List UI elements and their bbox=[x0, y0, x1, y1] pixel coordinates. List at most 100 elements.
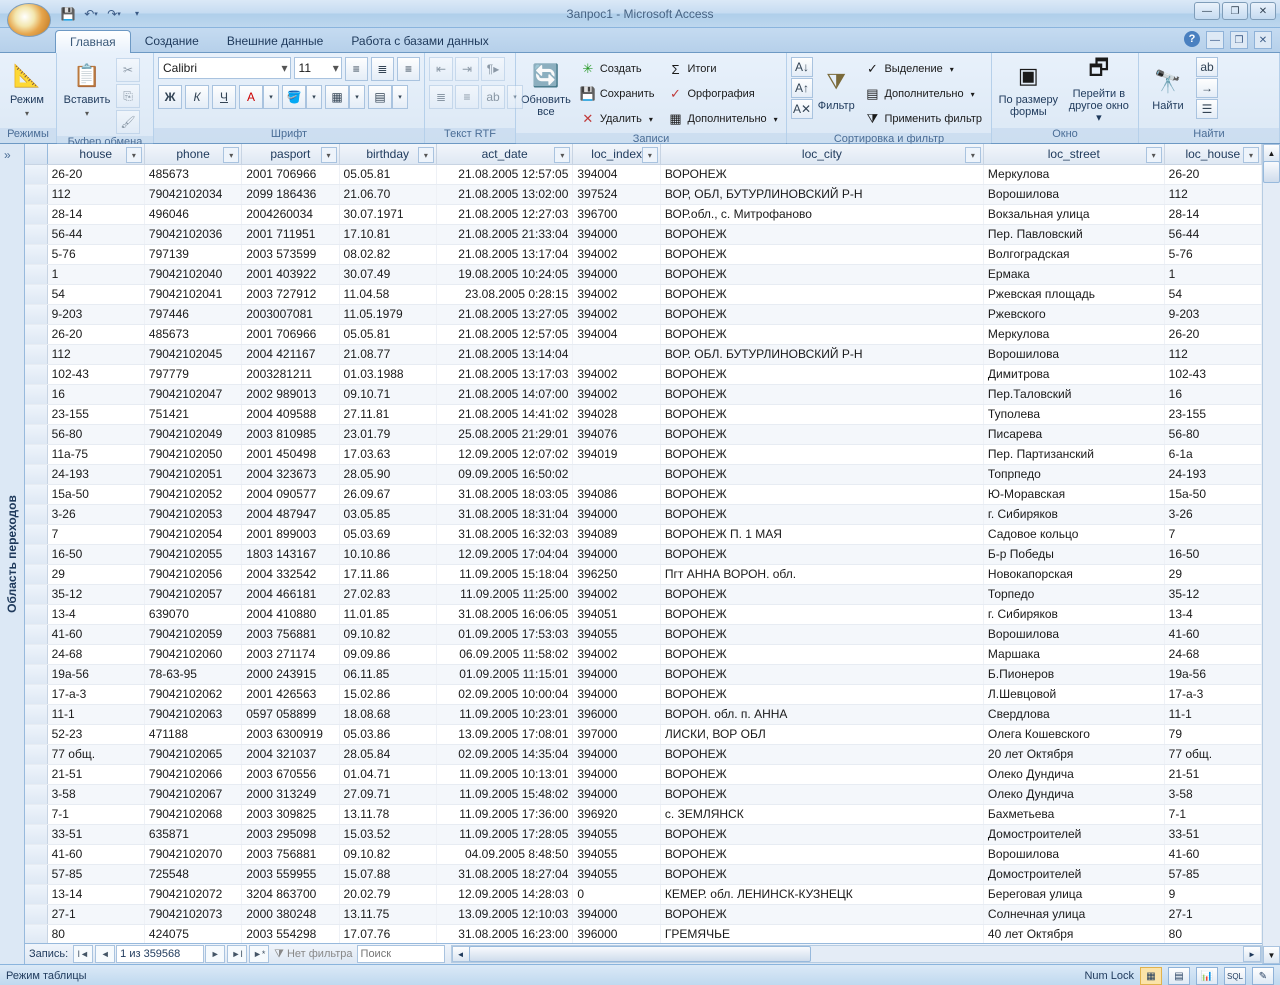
cell-act_date[interactable]: 21.08.2005 13:17:04 bbox=[437, 245, 574, 264]
cell-loc_house[interactable]: 23-155 bbox=[1165, 405, 1262, 424]
row-selector[interactable] bbox=[25, 405, 48, 424]
cell-loc_index[interactable]: 394002 bbox=[573, 645, 661, 664]
cell-birthday[interactable]: 11.01.85 bbox=[340, 605, 437, 624]
cell-loc_city[interactable]: ВОРОНЕЖ bbox=[661, 585, 984, 604]
cell-phone[interactable]: 471188 bbox=[145, 725, 242, 744]
cell-birthday[interactable]: 13.11.75 bbox=[340, 905, 437, 924]
font-name-combo[interactable]: Calibri▾ bbox=[158, 57, 291, 79]
cell-act_date[interactable]: 23.08.2005 0:28:15 bbox=[437, 285, 574, 304]
font-size-combo[interactable]: 11▾ bbox=[294, 57, 342, 79]
cell-loc_house[interactable]: 41-60 bbox=[1165, 625, 1262, 644]
cell-birthday[interactable]: 05.03.69 bbox=[340, 525, 437, 544]
cell-phone[interactable]: 79042102050 bbox=[145, 445, 242, 464]
cell-phone[interactable]: 79042102068 bbox=[145, 805, 242, 824]
row-selector[interactable] bbox=[25, 645, 48, 664]
cell-loc_city[interactable]: ВОРОНЕЖ bbox=[661, 745, 984, 764]
cell-pasport[interactable]: 2000 313249 bbox=[242, 785, 339, 804]
cell-loc_street[interactable]: 40 лет Октября bbox=[984, 925, 1165, 943]
cell-loc_city[interactable]: ВОРОНЕЖ bbox=[661, 845, 984, 864]
cell-loc_street[interactable]: Б-р Победы bbox=[984, 545, 1165, 564]
cell-birthday[interactable]: 15.03.52 bbox=[340, 825, 437, 844]
cell-loc_index[interactable]: 394051 bbox=[573, 605, 661, 624]
cell-house[interactable]: 13-4 bbox=[48, 605, 145, 624]
cell-phone[interactable]: 79042102060 bbox=[145, 645, 242, 664]
cell-loc_street[interactable]: Береговая улица bbox=[984, 885, 1165, 904]
column-filter-dd[interactable]: ▾ bbox=[1243, 147, 1259, 163]
switch-windows-button[interactable]: 🗗 Перейти в другое окно ▾ bbox=[1064, 55, 1134, 123]
cell-loc_street[interactable]: Туполева bbox=[984, 405, 1165, 424]
cell-loc_house[interactable]: 24-193 bbox=[1165, 465, 1262, 484]
table-row[interactable]: 13-14790421020723204 86370020.02.7912.09… bbox=[25, 885, 1262, 905]
restore-button[interactable]: ❐ bbox=[1222, 2, 1248, 20]
datasheet-view-btn[interactable]: ▦ bbox=[1140, 967, 1162, 985]
cell-birthday[interactable]: 09.10.71 bbox=[340, 385, 437, 404]
cell-loc_city[interactable]: ВОРОНЕЖ bbox=[661, 245, 984, 264]
row-selector[interactable] bbox=[25, 745, 48, 764]
cell-loc_house[interactable]: 33-51 bbox=[1165, 825, 1262, 844]
column-header-loc_city[interactable]: loc_city▾ bbox=[661, 144, 984, 164]
mdi-restore[interactable]: ❐ bbox=[1230, 31, 1248, 49]
cell-birthday[interactable]: 05.05.81 bbox=[340, 165, 437, 184]
cell-phone[interactable]: 79042102067 bbox=[145, 785, 242, 804]
cell-birthday[interactable]: 28.05.84 bbox=[340, 745, 437, 764]
cell-house[interactable]: 112 bbox=[48, 345, 145, 364]
cell-house[interactable]: 1 bbox=[48, 265, 145, 284]
cell-loc_street[interactable]: 20 лет Октября bbox=[984, 745, 1165, 764]
cell-birthday[interactable]: 21.06.70 bbox=[340, 185, 437, 204]
table-row[interactable]: 3-26790421020532004 48794703.05.8531.08.… bbox=[25, 505, 1262, 525]
cell-loc_city[interactable]: ВОРОНЕЖ bbox=[661, 625, 984, 644]
selection-filter-button[interactable]: ✓Выделение▾ bbox=[859, 57, 987, 81]
cell-house[interactable]: 56-44 bbox=[48, 225, 145, 244]
cell-loc_street[interactable]: г. Сибиряков bbox=[984, 605, 1165, 624]
cell-phone[interactable]: 78-63-95 bbox=[145, 665, 242, 684]
cell-loc_city[interactable]: ВОР, ОБЛ, БУТУРЛИНОВСКИЙ Р-Н bbox=[661, 185, 984, 204]
cell-pasport[interactable]: 2003 727912 bbox=[242, 285, 339, 304]
table-row[interactable]: 27-1790421020732000 38024813.11.7513.09.… bbox=[25, 905, 1262, 925]
select-icon[interactable]: ☰ bbox=[1196, 99, 1218, 119]
row-selector[interactable] bbox=[25, 485, 48, 504]
table-row[interactable]: 41-60790421020702003 75688109.10.8204.09… bbox=[25, 845, 1262, 865]
select-all-corner[interactable] bbox=[25, 144, 48, 164]
cell-act_date[interactable]: 04.09.2005 8:48:50 bbox=[437, 845, 574, 864]
row-selector[interactable] bbox=[25, 625, 48, 644]
row-selector[interactable] bbox=[25, 365, 48, 384]
goto-icon[interactable]: → bbox=[1196, 78, 1218, 98]
cell-loc_city[interactable]: ВОРОНЕЖ bbox=[661, 665, 984, 684]
cell-loc_street[interactable]: Ворошилова bbox=[984, 625, 1165, 644]
table-row[interactable]: 17-а-3790421020622001 42656315.02.8602.0… bbox=[25, 685, 1262, 705]
cell-act_date[interactable]: 11.09.2005 15:48:02 bbox=[437, 785, 574, 804]
table-row[interactable]: 112790421020342099 18643621.06.7021.08.2… bbox=[25, 185, 1262, 205]
cell-loc_street[interactable]: г. Сибиряков bbox=[984, 505, 1165, 524]
table-row[interactable]: 41-60790421020592003 75688109.10.8201.09… bbox=[25, 625, 1262, 645]
cell-loc_house[interactable]: 79 bbox=[1165, 725, 1262, 744]
cell-loc_index[interactable] bbox=[573, 465, 661, 484]
cell-phone[interactable]: 79042102036 bbox=[145, 225, 242, 244]
cell-loc_street[interactable]: Ворошилова bbox=[984, 185, 1165, 204]
cell-pasport[interactable]: 2001 426563 bbox=[242, 685, 339, 704]
search-input[interactable] bbox=[357, 945, 445, 963]
cell-house[interactable]: 24-193 bbox=[48, 465, 145, 484]
cell-loc_city[interactable]: ВОРОНЕЖ bbox=[661, 685, 984, 704]
cell-act_date[interactable]: 01.09.2005 17:53:03 bbox=[437, 625, 574, 644]
cell-birthday[interactable]: 20.02.79 bbox=[340, 885, 437, 904]
cell-loc_index[interactable]: 394076 bbox=[573, 425, 661, 444]
navigation-pane-collapsed[interactable]: » Область переходов bbox=[0, 144, 25, 964]
cell-birthday[interactable]: 27.09.71 bbox=[340, 785, 437, 804]
row-selector[interactable] bbox=[25, 345, 48, 364]
cell-loc_house[interactable]: 35-12 bbox=[1165, 585, 1262, 604]
cell-loc_house[interactable]: 56-44 bbox=[1165, 225, 1262, 244]
cell-loc_street[interactable]: Меркулова bbox=[984, 165, 1165, 184]
cell-loc_street[interactable]: Ермака bbox=[984, 265, 1165, 284]
cell-act_date[interactable]: 21.08.2005 13:14:04 bbox=[437, 345, 574, 364]
cell-pasport[interactable]: 2004 421167 bbox=[242, 345, 339, 364]
advanced-filter-button[interactable]: ▤Дополнительно▾ bbox=[859, 82, 987, 106]
cell-birthday[interactable]: 08.02.82 bbox=[340, 245, 437, 264]
cell-pasport[interactable]: 2099 186436 bbox=[242, 185, 339, 204]
table-row[interactable]: 77 общ.790421020652004 32103728.05.8402.… bbox=[25, 745, 1262, 765]
table-row[interactable]: 56-80790421020492003 81098523.01.7925.08… bbox=[25, 425, 1262, 445]
column-filter-dd[interactable]: ▾ bbox=[126, 147, 142, 163]
cell-birthday[interactable]: 15.02.86 bbox=[340, 685, 437, 704]
indent-dec-icon[interactable]: ⇤ bbox=[429, 57, 453, 81]
cell-act_date[interactable]: 19.08.2005 10:24:05 bbox=[437, 265, 574, 284]
cell-loc_city[interactable]: ВОРОНЕЖ bbox=[661, 485, 984, 504]
